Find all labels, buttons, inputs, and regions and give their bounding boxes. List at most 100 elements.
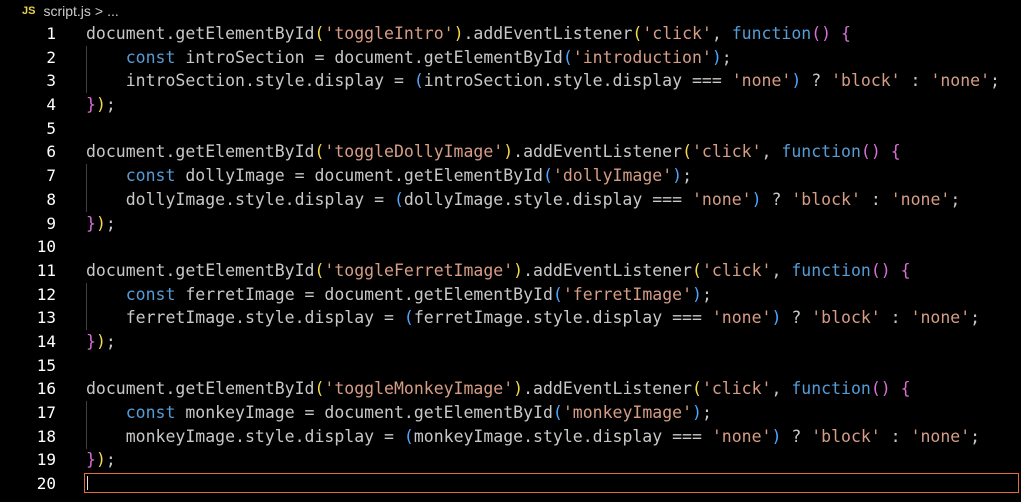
- line-number: 6: [46, 142, 56, 162]
- breadcrumb-symbol-more[interactable]: ...: [107, 0, 119, 22]
- code-line[interactable]: 19});: [0, 448, 1021, 472]
- code-token: (): [870, 379, 891, 399]
- code-line[interactable]: 6 document.getElementById('toggleDollyIma…: [0, 140, 1021, 164]
- code-token: }: [86, 450, 96, 470]
- code-line[interactable]: 4});: [0, 93, 1021, 117]
- code-line[interactable]: 12 const ferretImage = document.getEleme…: [0, 283, 1021, 307]
- code-line[interactable]: 9});: [0, 212, 1021, 236]
- code-token: 'none': [711, 308, 772, 328]
- code-token: monkeyImage.style.display ===: [413, 426, 712, 446]
- code-line[interactable]: 7 const dollyImage = document.getElement…: [0, 164, 1021, 188]
- breadcrumb: JS script.js > ...: [0, 0, 1021, 22]
- code-token: (: [682, 142, 692, 162]
- code-token: const: [125, 284, 176, 304]
- indent-guide: [86, 282, 87, 331]
- code-text: introSection.style.display = (introSecti…: [86, 69, 1000, 93]
- code-line[interactable]: 16 document.getElementById('toggleMonkeyI…: [0, 377, 1021, 401]
- code-token: :: [860, 189, 891, 209]
- code-token: ): [95, 95, 106, 115]
- code-token: .addEventListener: [463, 24, 633, 43]
- code-line[interactable]: 8 dollyImage.style.display = (dollyImage…: [0, 188, 1021, 212]
- line-number: 19: [36, 450, 56, 470]
- code-line[interactable]: 11 document.getElementById('toggleFerretI…: [0, 259, 1021, 283]
- code-token: dollyImage = document.getElementById: [175, 166, 543, 186]
- code-token: 'none': [711, 426, 772, 446]
- code-token: ): [95, 213, 106, 233]
- code-token: 'dollyImage': [552, 166, 673, 186]
- code-line[interactable]: 1 document.getElementById('toggleIntro').…: [0, 22, 1021, 46]
- code-line[interactable]: 13 ferretImage.style.display = (ferretIm…: [0, 306, 1021, 330]
- code-token: introSection.style.display ===: [423, 71, 732, 91]
- code-line[interactable]: 15: [0, 354, 1021, 378]
- code-token: {: [900, 260, 911, 280]
- code-token: (): [811, 24, 832, 43]
- code-token: document.getElementById: [86, 24, 315, 43]
- code-line[interactable]: 2 const introSection = document.getEleme…: [0, 46, 1021, 70]
- code-token: document.getElementById: [86, 260, 315, 280]
- code-token: introSection.style.display =: [86, 71, 414, 91]
- code-token: ;: [970, 426, 981, 446]
- code-token: ?: [781, 308, 812, 328]
- code-token: ): [95, 331, 106, 351]
- code-token: const: [125, 166, 176, 186]
- code-token: 'none': [930, 71, 991, 91]
- code-token: ferretImage.style.display ===: [413, 308, 712, 328]
- code-token: ;: [105, 450, 116, 470]
- code-token: (): [870, 260, 891, 280]
- chevron-right-icon: >: [94, 3, 104, 19]
- code-token: 'toggleFerretImage': [324, 260, 514, 280]
- code-token: ): [453, 24, 464, 43]
- code-token: }: [86, 331, 96, 351]
- code-token: const: [125, 47, 176, 67]
- code-text: const monkeyImage = document.getElementB…: [86, 401, 712, 425]
- code-text: monkeyImage.style.display = (monkeyImage…: [86, 425, 980, 449]
- code-token: function: [791, 379, 871, 399]
- code-token: 'click': [701, 260, 772, 280]
- indent-guide: [86, 164, 87, 212]
- line-number: 11: [36, 260, 56, 280]
- code-token: dollyImage.style.display ===: [403, 189, 692, 209]
- code-line[interactable]: 10: [0, 235, 1021, 259]
- code-token: function: [781, 142, 861, 162]
- code-token: 'none': [691, 189, 752, 209]
- code-token: 'none': [910, 308, 971, 328]
- code-token: :: [880, 426, 911, 446]
- code-text: document.getElementById('toggleDollyImag…: [86, 140, 901, 164]
- code-token: ): [751, 189, 762, 209]
- line-number: 4: [46, 95, 56, 115]
- code-token: ): [791, 71, 802, 91]
- code-text: const dollyImage = document.getElementBy…: [86, 164, 692, 188]
- code-token: function: [731, 24, 812, 43]
- code-line[interactable]: 3 introSection.style.display = (introSec…: [0, 69, 1021, 93]
- code-token: .addEventListener: [523, 379, 692, 399]
- code-token: monkeyImage = document.getElementById: [175, 403, 553, 422]
- code-token: (: [314, 142, 325, 162]
- code-line[interactable]: 14});: [0, 330, 1021, 354]
- code-token: (: [393, 189, 404, 209]
- code-line[interactable]: 17 const monkeyImage = document.getEleme…: [0, 401, 1021, 425]
- code-token: 'introduction': [572, 47, 712, 67]
- code-line[interactable]: 20: [0, 472, 1021, 496]
- code-token: ;: [105, 95, 116, 115]
- line-number: 1: [46, 24, 56, 43]
- code-token: ;: [105, 331, 116, 351]
- code-token: ?: [781, 426, 812, 446]
- code-token: {: [890, 142, 901, 162]
- code-text: const ferretImage = document.getElementB…: [86, 283, 712, 307]
- code-token: 'block': [791, 189, 861, 209]
- code-token: (: [314, 379, 325, 399]
- line-number: 18: [36, 426, 56, 446]
- code-token: 'none': [731, 71, 792, 91]
- breadcrumb-file[interactable]: script.js: [43, 0, 90, 22]
- code-token: ferretImage.style.display =: [86, 308, 404, 328]
- line-number: 14: [36, 331, 56, 351]
- code-editor[interactable]: 1 document.getElementById('toggleIntro').…: [0, 22, 1021, 496]
- code-line[interactable]: 18 monkeyImage.style.display = (monkeyIm…: [0, 425, 1021, 449]
- code-line[interactable]: 5: [0, 117, 1021, 141]
- code-text: });: [86, 93, 116, 117]
- code-token: ;: [721, 47, 732, 67]
